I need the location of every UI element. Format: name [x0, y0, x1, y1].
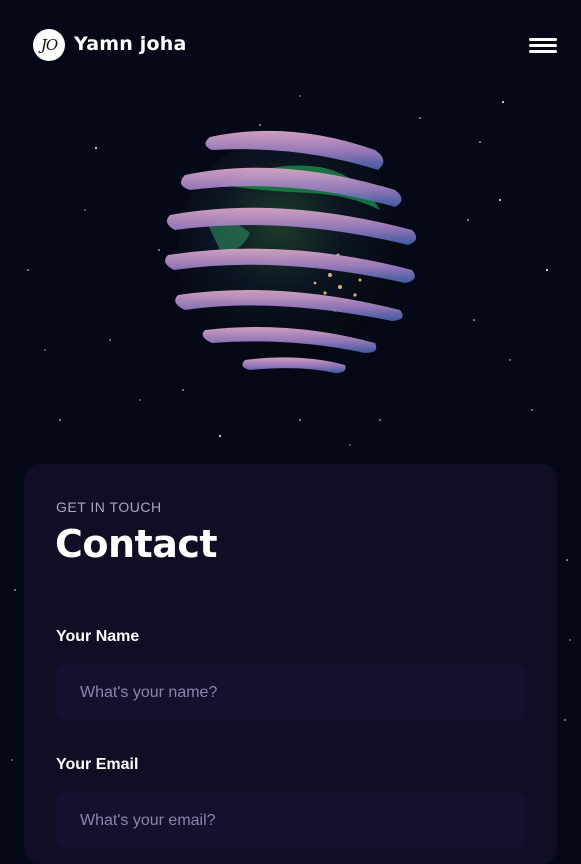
contact-card: GET IN TOUCH Contact Your Name Your Emai… [24, 464, 557, 864]
brand-name[interactable]: Yamn joha [74, 33, 187, 55]
navbar: JO Yamn joha [0, 0, 581, 90]
menu-line [529, 44, 557, 47]
name-label: Your Name [56, 628, 140, 645]
email-input[interactable] [56, 793, 525, 848]
hamburger-menu-icon[interactable] [529, 38, 557, 54]
earth-globe-illustration[interactable] [150, 115, 430, 385]
menu-line [529, 38, 557, 41]
logo-badge[interactable]: JO [33, 29, 65, 61]
section-title: Contact [55, 522, 218, 566]
name-input[interactable] [56, 665, 525, 720]
email-label: Your Email [56, 756, 139, 773]
logo-initials: JO [40, 36, 58, 54]
menu-line [529, 50, 557, 53]
section-eyebrow: GET IN TOUCH [56, 499, 162, 515]
